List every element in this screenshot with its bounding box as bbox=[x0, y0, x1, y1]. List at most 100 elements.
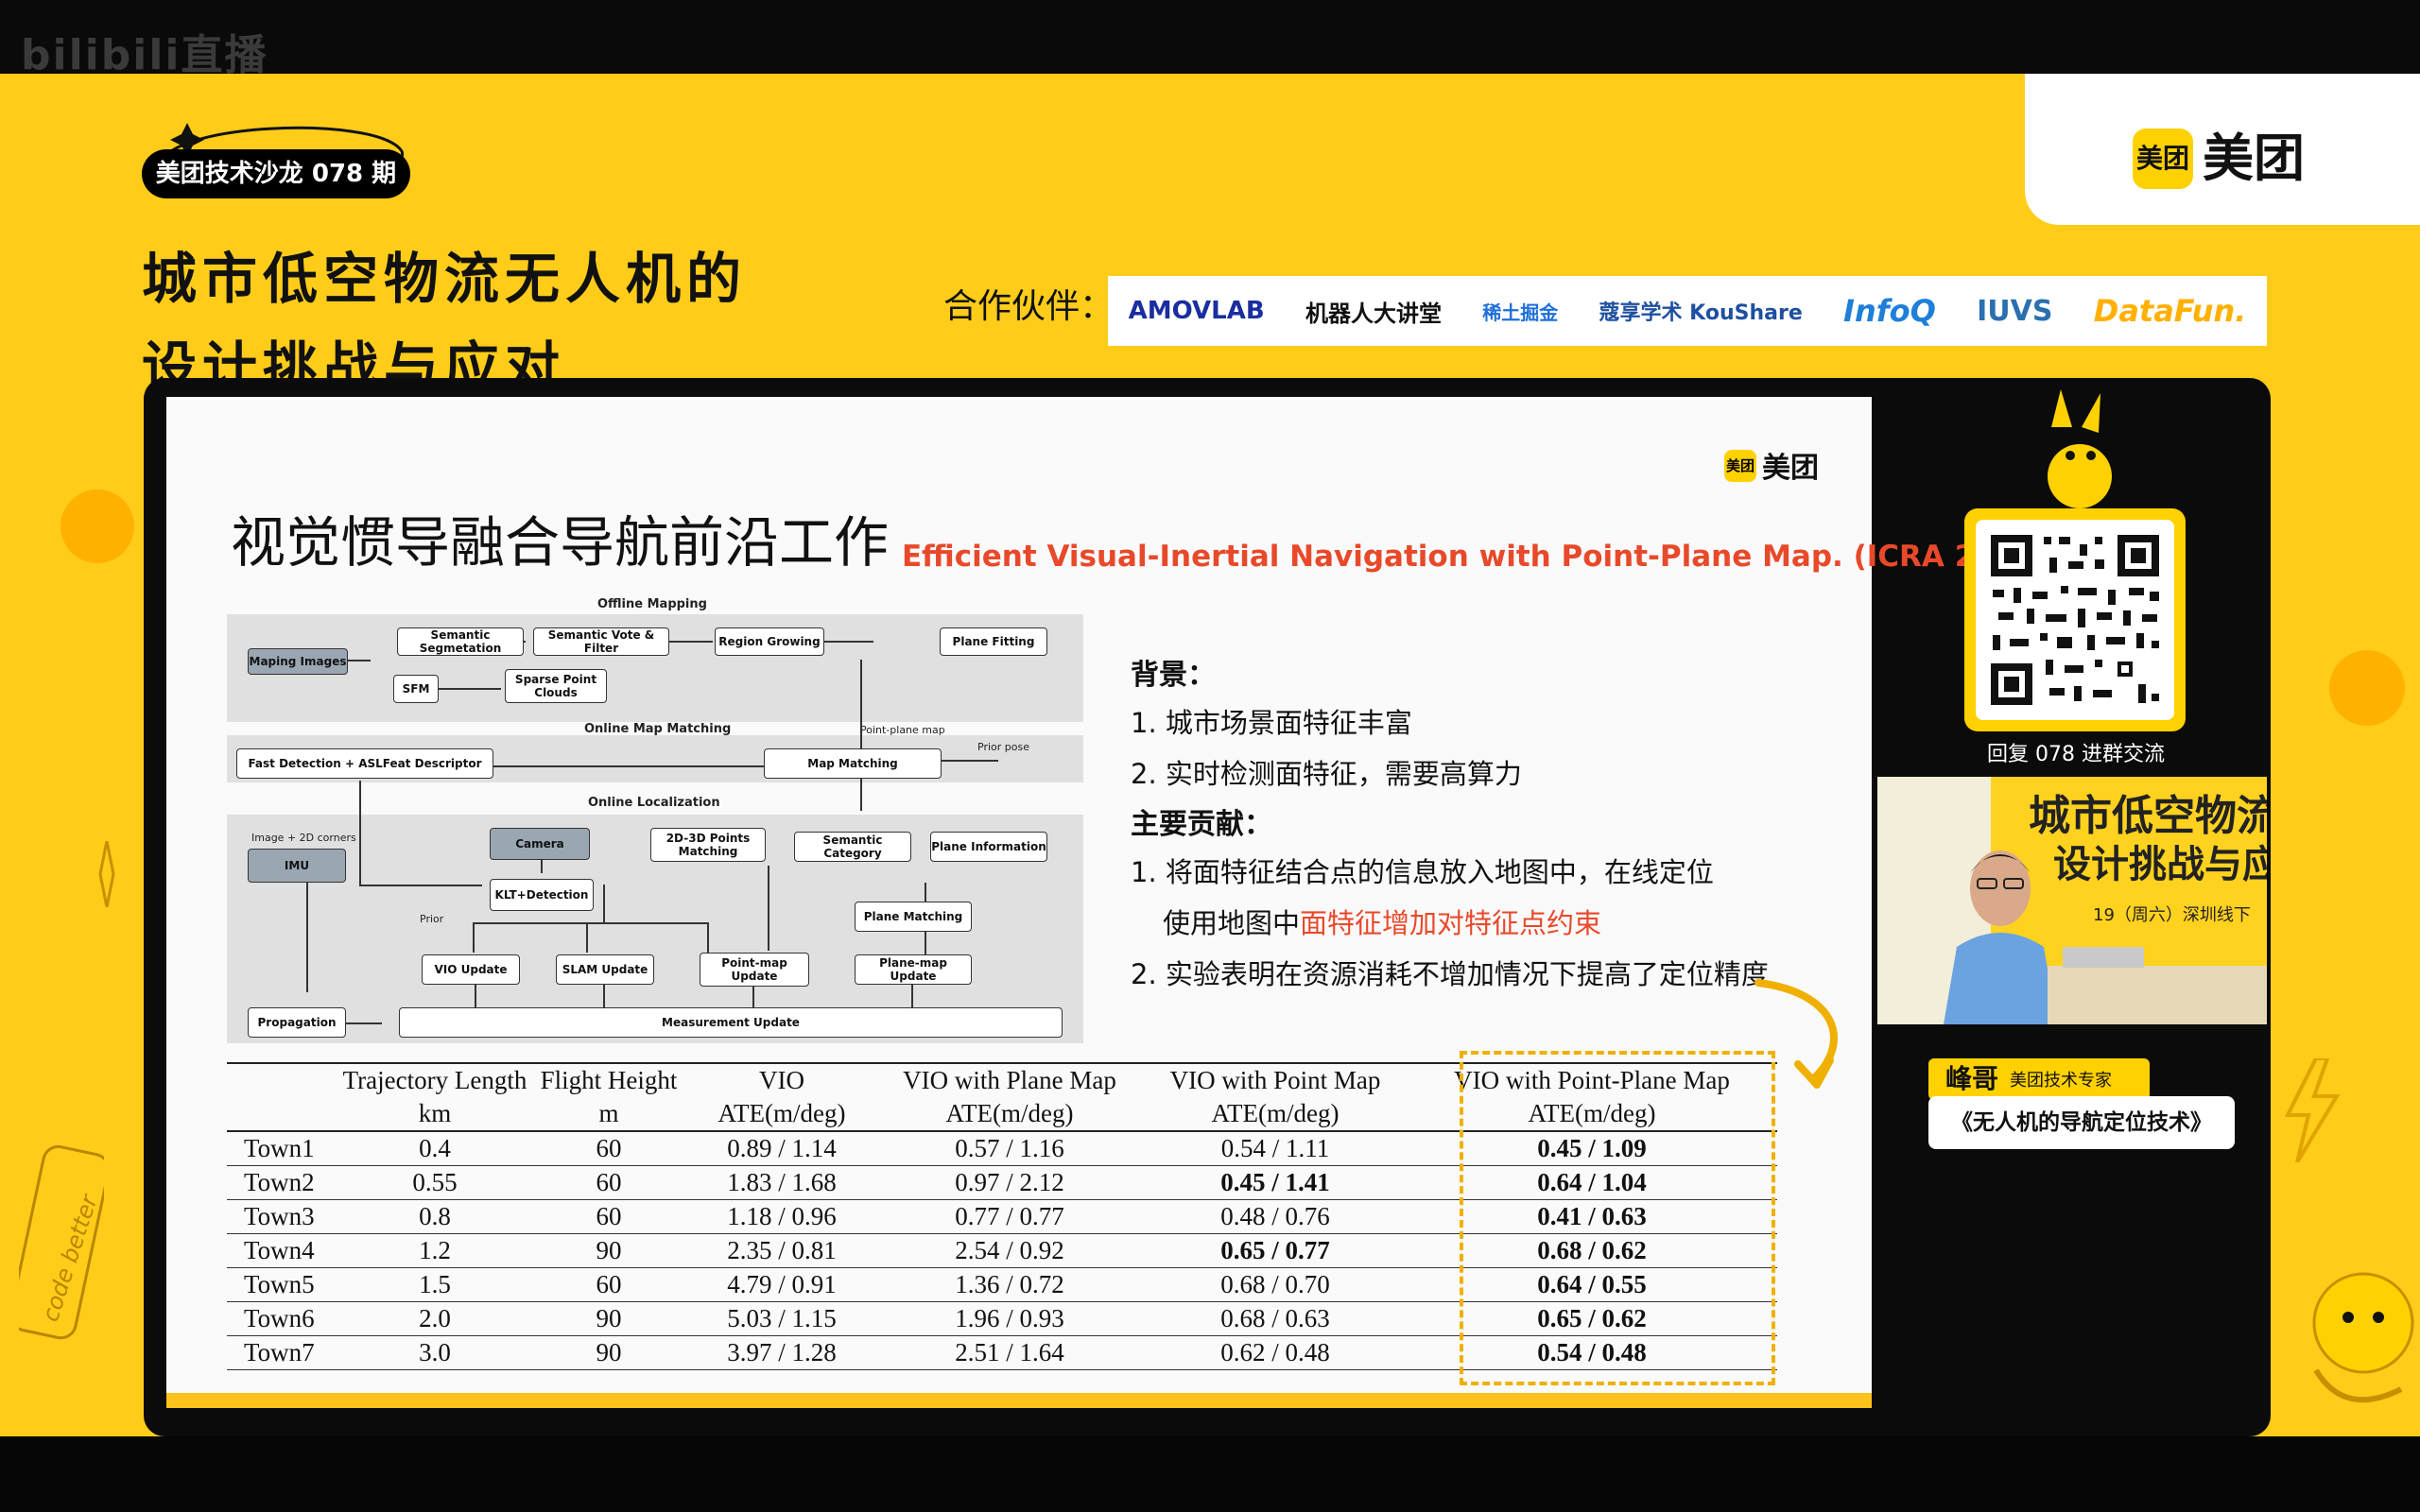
contribution-item-continued: 使用地图中面特征增加对特征点约束 bbox=[1131, 898, 1849, 949]
speaker-name: 峰哥 bbox=[1945, 1063, 1999, 1094]
table-cell: 0.54 / 1.11 bbox=[1144, 1131, 1407, 1166]
table-cell: 60 bbox=[529, 1267, 688, 1302]
box-plane-map-update: Plane-map Update bbox=[855, 954, 972, 985]
event-badge: 美团技术沙龙 078 期 bbox=[142, 149, 410, 198]
diagram-connector bbox=[493, 765, 768, 767]
table-cell: 1.18 / 0.96 bbox=[688, 1199, 875, 1234]
box-plane-fitting: Plane Fitting bbox=[940, 627, 1047, 656]
camera-backdrop-text-line2: 设计挑战与应 bbox=[2053, 843, 2267, 886]
table-cell: 60 bbox=[529, 1199, 688, 1234]
label-prior-pose: Prior pose bbox=[977, 741, 1029, 753]
table-cell: 0.89 / 1.14 bbox=[688, 1131, 875, 1166]
meituan-logo-icon: 美团 bbox=[2133, 129, 2193, 189]
diagram-connector bbox=[586, 922, 588, 953]
box-2d3d-matching: 2D-3D Points Matching bbox=[650, 828, 766, 862]
partner-logo-datafun: DataFun. bbox=[2093, 293, 2247, 329]
table-cell: 60 bbox=[529, 1165, 688, 1200]
table-cell: 1.36 / 0.72 bbox=[875, 1267, 1144, 1302]
diagram-connector bbox=[346, 660, 371, 662]
slide-logo-text: 美团 bbox=[1762, 452, 1819, 485]
camera-backdrop-text-line3: 19（周六）深圳线下 bbox=[2093, 905, 2251, 925]
partner-logo-infoq: InfoQ bbox=[1843, 293, 1936, 329]
label-point-plane-map: Point-plane map bbox=[860, 724, 945, 736]
slide-subtitle: Efficient Visual-Inertial Navigation wit… bbox=[902, 540, 2050, 574]
diagram-connector bbox=[359, 885, 482, 886]
section-online-localization: Online Localization bbox=[588, 796, 720, 810]
table-cell: 4.79 / 0.91 bbox=[688, 1267, 875, 1302]
partner-logo-amovlab: AMOVLAB bbox=[1128, 297, 1265, 325]
box-vio-update: VIO Update bbox=[422, 954, 520, 985]
table-cell: 1.2 bbox=[340, 1233, 529, 1268]
box-semantic-vote-filter: Semantic Vote & Filter bbox=[533, 627, 669, 656]
diagram-connector bbox=[359, 781, 361, 886]
contribution-item: 2. 实验表明在资源消耗不增加情况下提高了定位精度 bbox=[1131, 958, 1769, 990]
bottom-bar bbox=[0, 1436, 2420, 1512]
box-map-matching: Map Matching bbox=[764, 748, 942, 779]
table-unit bbox=[227, 1097, 340, 1132]
mascot-corner-icon bbox=[2312, 1272, 2414, 1403]
diagram-connector bbox=[768, 866, 769, 951]
table-header: Trajectory Length bbox=[340, 1062, 529, 1097]
diagram-connector bbox=[942, 760, 998, 762]
box-semantic-category: Semantic Category bbox=[794, 832, 911, 862]
contribution-highlight-text: 面特征增加对特征点约束 bbox=[1300, 907, 1602, 939]
box-sfm: SFM bbox=[393, 675, 439, 703]
table-unit: ATE(m/deg) bbox=[875, 1097, 1144, 1132]
section-offline-mapping: Offline Mapping bbox=[597, 597, 707, 611]
table-cell: 90 bbox=[529, 1301, 688, 1336]
table-row-label: Town5 bbox=[227, 1267, 340, 1302]
contribution-item: 1. 将面特征结合点的信息放入地图中，在线定位 bbox=[1131, 856, 1714, 888]
table-header: VIO bbox=[688, 1062, 875, 1097]
table-row-label: Town7 bbox=[227, 1335, 340, 1370]
bilibili-live-logo: bilibili直播 bbox=[21, 31, 268, 79]
box-plane-matching: Plane Matching bbox=[855, 902, 972, 932]
table-cell: 0.55 bbox=[340, 1165, 529, 1200]
table-cell: 2.35 / 0.81 bbox=[688, 1233, 875, 1268]
partners-strip: AMOVLAB 机器人大讲堂 稀土掘金 蔻享学术 KouShare InfoQ … bbox=[1108, 276, 2267, 346]
table-cell: 0.77 / 0.77 bbox=[875, 1199, 1144, 1234]
table-unit: km bbox=[340, 1097, 529, 1132]
box-semantic-segmentation: Semantic Segmetation bbox=[397, 627, 524, 656]
table-unit: ATE(m/deg) bbox=[688, 1097, 875, 1132]
table-cell: 3.0 bbox=[340, 1335, 529, 1370]
slide-footer-bar bbox=[166, 1393, 1872, 1408]
box-region-growing: Region Growing bbox=[715, 627, 824, 656]
box-klt-detection: KLT+Detection bbox=[490, 879, 594, 911]
table-cell: 2.54 / 0.92 bbox=[875, 1233, 1144, 1268]
decor-star-icon bbox=[98, 841, 115, 907]
camera-backdrop-text-line1: 城市低空物流 bbox=[2029, 792, 2267, 840]
background-item: 2. 实时检测面特征，需要高算力 bbox=[1131, 758, 1522, 790]
kangaroo-mascot-icon bbox=[2048, 389, 2112, 508]
partner-logo-juejin: 稀土掘金 bbox=[1482, 301, 1559, 324]
table-cell: 0.8 bbox=[340, 1199, 529, 1234]
table-unit: m bbox=[529, 1097, 688, 1132]
slide-title: 视觉惯导融合导航前沿工作 bbox=[231, 510, 890, 575]
decor-circle-right bbox=[2329, 650, 2405, 726]
speaker-topic: 《无人机的导航定位技术》 bbox=[1951, 1110, 2212, 1135]
table-cell: 0.97 / 2.12 bbox=[875, 1165, 1144, 1200]
table-cell: 0.48 / 0.76 bbox=[1144, 1199, 1407, 1234]
diagram-connector bbox=[342, 1022, 382, 1024]
diagram-connector bbox=[707, 922, 709, 953]
contributions-heading: 主要贡献： bbox=[1131, 808, 1272, 841]
table-header: VIO with Plane Map bbox=[875, 1062, 1144, 1097]
table-cell: 5.03 / 1.15 bbox=[688, 1301, 875, 1336]
top-bar: bilibili直播 bbox=[0, 0, 2420, 79]
table-cell: 1.83 / 1.68 bbox=[688, 1165, 875, 1200]
table-cell: 90 bbox=[529, 1233, 688, 1268]
table-cell: 2.51 / 1.64 bbox=[875, 1335, 1144, 1370]
system-diagram: Offline Mapping Online Map Matching Onli… bbox=[227, 595, 1083, 1047]
partner-logo-iuvs: IUVS bbox=[1977, 294, 2053, 328]
box-camera: Camera bbox=[490, 828, 590, 860]
speaker-role: 美团技术专家 bbox=[2010, 1071, 2112, 1091]
table-cell: 0.62 / 0.48 bbox=[1144, 1335, 1407, 1370]
diagram-connector bbox=[824, 641, 873, 643]
diagram-connector bbox=[473, 922, 709, 924]
box-fast-detection: Fast Detection + ASLFeat Descriptor bbox=[236, 748, 493, 779]
box-point-map-update: Point-map Update bbox=[700, 953, 809, 987]
table-header bbox=[227, 1062, 340, 1097]
qr-code-icon[interactable] bbox=[1976, 520, 2174, 720]
table-row-label: Town6 bbox=[227, 1301, 340, 1336]
box-maping-images: Maping Images bbox=[248, 648, 348, 675]
table-cell: 0.68 / 0.63 bbox=[1144, 1301, 1407, 1336]
